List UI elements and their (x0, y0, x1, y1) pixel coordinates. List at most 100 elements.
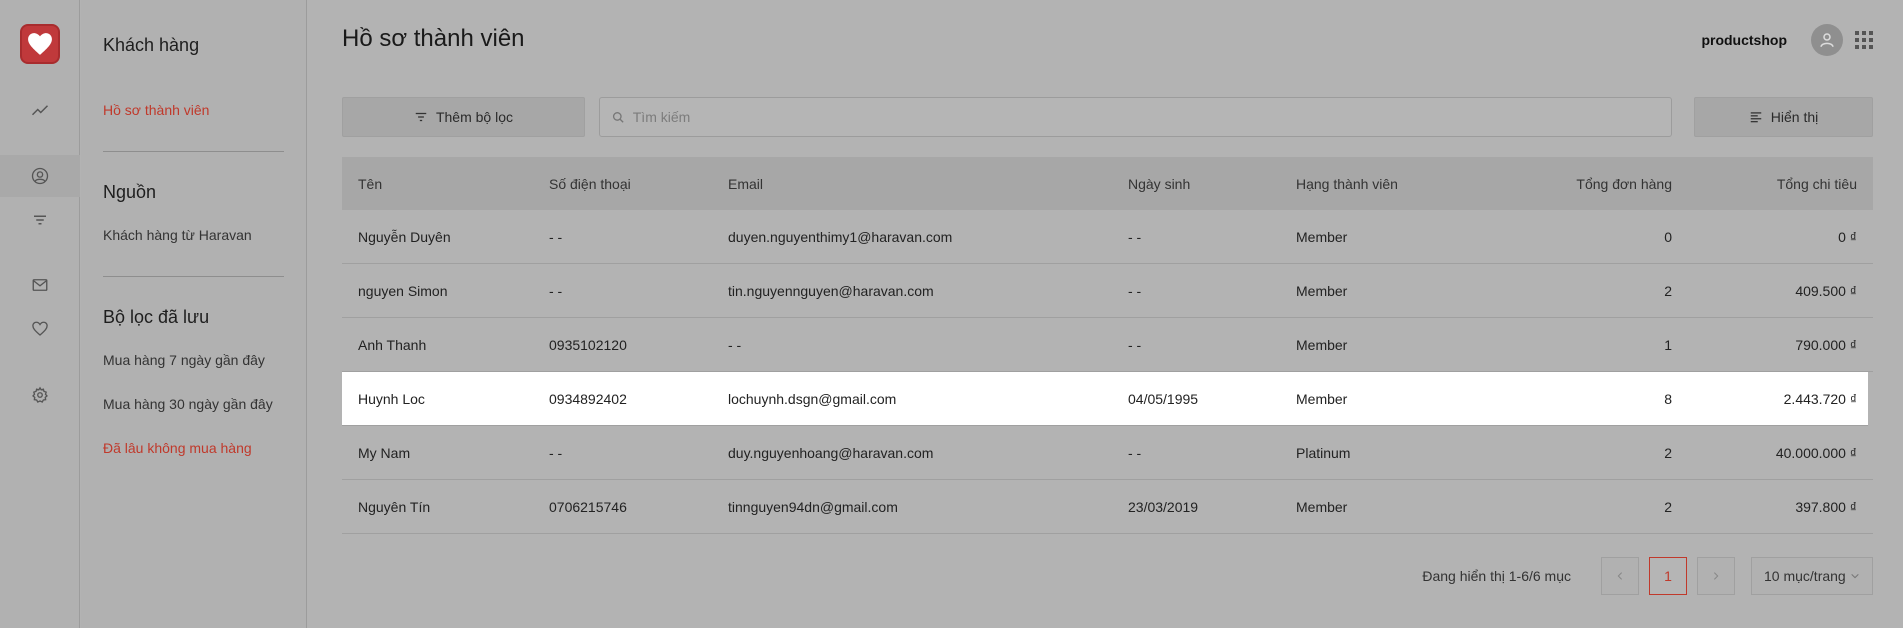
cell-phone: - - (549, 228, 563, 245)
cell-name: Huynh Loc (358, 390, 425, 407)
customers-subnav: Khách hàng Hồ sơ thành viên Nguồn Khách … (81, 0, 307, 628)
cell-phone: - - (549, 282, 563, 299)
cell-birthday: - - (1128, 336, 1142, 353)
next-page-button[interactable] (1697, 557, 1735, 595)
cell-name: Nguyên Tín (358, 498, 431, 515)
table-row[interactable]: Nguyên Tín 0706215746 tinnguyen94dn@gmai… (342, 480, 1873, 534)
cell-tier: Member (1296, 498, 1348, 515)
cell-spending: 40.000.000 ₫ (1775, 444, 1857, 461)
cell-birthday: - - (1128, 228, 1142, 245)
table-row[interactable]: Nguyễn Duyên - - duyen.nguyenthimy1@hara… (342, 210, 1873, 264)
table-header: Tên Số điện thoại Email Ngày sinh Hạng t… (342, 157, 1873, 210)
column-header-orders[interactable]: Tổng đơn hàng (1456, 176, 1683, 192)
pagination: Đang hiển thị 1-6/6 mục 1 10 mục/trang (1422, 557, 1873, 595)
section-title-sources: Nguồn (103, 182, 157, 202)
cell-phone: 0934892402 (549, 390, 627, 407)
main-content: Hồ sơ thành viên productshop Thêm bộ lọc… (307, 0, 1903, 628)
add-filter-label: Thêm bộ lọc (435, 109, 514, 125)
column-header-email[interactable]: Email (713, 176, 1113, 192)
cell-orders: 2 (1664, 444, 1672, 461)
search-input[interactable] (632, 109, 1671, 125)
chevron-right-icon (1713, 572, 1719, 580)
search-icon (612, 111, 624, 123)
cell-tier: Member (1296, 282, 1348, 299)
cell-birthday: - - (1128, 282, 1142, 299)
cell-orders: 1 (1664, 336, 1672, 353)
table-row[interactable]: Anh Thanh 0935102120 - - - - Member 1 79… (342, 318, 1873, 372)
prev-page-button[interactable] (1601, 557, 1639, 595)
cell-email: tin.nguyennguyen@haravan.com (728, 282, 934, 299)
cell-spending: 397.800 ₫ (1795, 498, 1857, 515)
account-area: productshop (1701, 24, 1873, 56)
saved-filter-30-days[interactable]: Mua hàng 30 ngày gần đây (103, 396, 273, 412)
cell-phone: 0706215746 (549, 498, 627, 515)
table-row[interactable]: nguyen Simon - - tin.nguyennguyen@harava… (342, 264, 1873, 318)
cell-tier: Member (1296, 336, 1348, 353)
nav-mail[interactable] (0, 264, 80, 306)
user-icon (1820, 33, 1834, 48)
cell-spending: 790.000 ₫ (1795, 336, 1857, 353)
cell-name: nguyen Simon (358, 282, 448, 299)
add-filter-button[interactable]: Thêm bộ lọc (342, 97, 585, 137)
trend-line-icon (31, 105, 49, 116)
page-button-current[interactable]: 1 (1649, 557, 1687, 595)
nav-customers[interactable] (0, 155, 80, 197)
search-box[interactable] (599, 97, 1672, 137)
column-header-tier[interactable]: Hạng thành viên (1281, 176, 1456, 192)
heart-icon (32, 321, 48, 336)
section-title-saved-filters: Bộ lọc đã lưu (103, 307, 210, 327)
cell-tier: Member (1296, 228, 1348, 245)
gear-icon (32, 386, 48, 403)
cell-orders: 8 (1664, 390, 1672, 407)
column-header-name[interactable]: Tên (342, 176, 534, 192)
user-circle-icon (31, 167, 49, 185)
cell-name: My Nam (358, 444, 411, 461)
column-header-spending[interactable]: Tổng chi tiêu (1683, 176, 1873, 192)
nav-settings[interactable] (0, 374, 80, 416)
cell-name: Nguyễn Duyên (358, 228, 451, 245)
chevron-left-icon (1617, 572, 1623, 580)
pagination-summary: Đang hiển thị 1-6/6 mục (1422, 568, 1571, 584)
cell-email: duyen.nguyenthimy1@haravan.com (728, 228, 953, 245)
cell-orders: 0 (1664, 228, 1672, 245)
list-icon (1750, 112, 1762, 123)
cell-tier: Platinum (1296, 444, 1351, 461)
divider (103, 276, 284, 277)
members-table: Tên Số điện thoại Email Ngày sinh Hạng t… (342, 157, 1873, 534)
saved-filter-7-days[interactable]: Mua hàng 7 ngày gần đây (103, 352, 265, 368)
cell-orders: 2 (1664, 282, 1672, 299)
cell-phone: - - (549, 444, 563, 461)
apps-grid-icon[interactable] (1855, 31, 1873, 49)
saved-filter-inactive[interactable]: Đã lâu không mua hàng (103, 440, 252, 456)
nav-loyalty[interactable] (0, 308, 80, 350)
subnav-item-members[interactable]: Hồ sơ thành viên (103, 102, 209, 118)
app-logo[interactable] (20, 24, 60, 64)
cell-birthday: 23/03/2019 (1128, 498, 1199, 515)
cell-spending: 409.500 ₫ (1795, 282, 1857, 299)
filter-icon (34, 215, 46, 225)
page-size-value: 10 mục/trang (1764, 568, 1846, 584)
subnav-item-haravan[interactable]: Khách hàng từ Haravan (103, 227, 252, 243)
shop-name[interactable]: productshop (1701, 32, 1787, 48)
cell-phone: 0935102120 (549, 336, 627, 353)
cell-birthday: - - (1128, 444, 1142, 461)
column-header-phone[interactable]: Số điện thoại (534, 176, 713, 192)
display-button[interactable]: Hiển thị (1694, 97, 1873, 137)
nav-filters[interactable] (0, 199, 80, 241)
mail-icon (32, 279, 48, 291)
chevron-down-icon (1851, 573, 1859, 579)
table-row-highlighted[interactable]: Huynh Loc 0934892402 lochuynh.dsgn@gmail… (342, 372, 1868, 426)
page-size-select[interactable]: 10 mục/trang (1751, 557, 1873, 595)
table-row[interactable]: My Nam - - duy.nguyenhoang@haravan.com -… (342, 426, 1873, 480)
cell-email: - - (728, 336, 742, 353)
cell-birthday: 04/05/1995 (1128, 390, 1199, 407)
cell-email: duy.nguyenhoang@haravan.com (728, 444, 934, 461)
divider (103, 151, 284, 152)
icon-rail (0, 0, 80, 628)
cell-email: tinnguyen94dn@gmail.com (728, 498, 898, 515)
column-header-birthday[interactable]: Ngày sinh (1113, 176, 1281, 192)
cell-email: lochuynh.dsgn@gmail.com (728, 390, 897, 407)
avatar[interactable] (1811, 24, 1843, 56)
section-title-customers: Khách hàng (103, 35, 200, 55)
nav-analytics[interactable] (0, 90, 80, 132)
